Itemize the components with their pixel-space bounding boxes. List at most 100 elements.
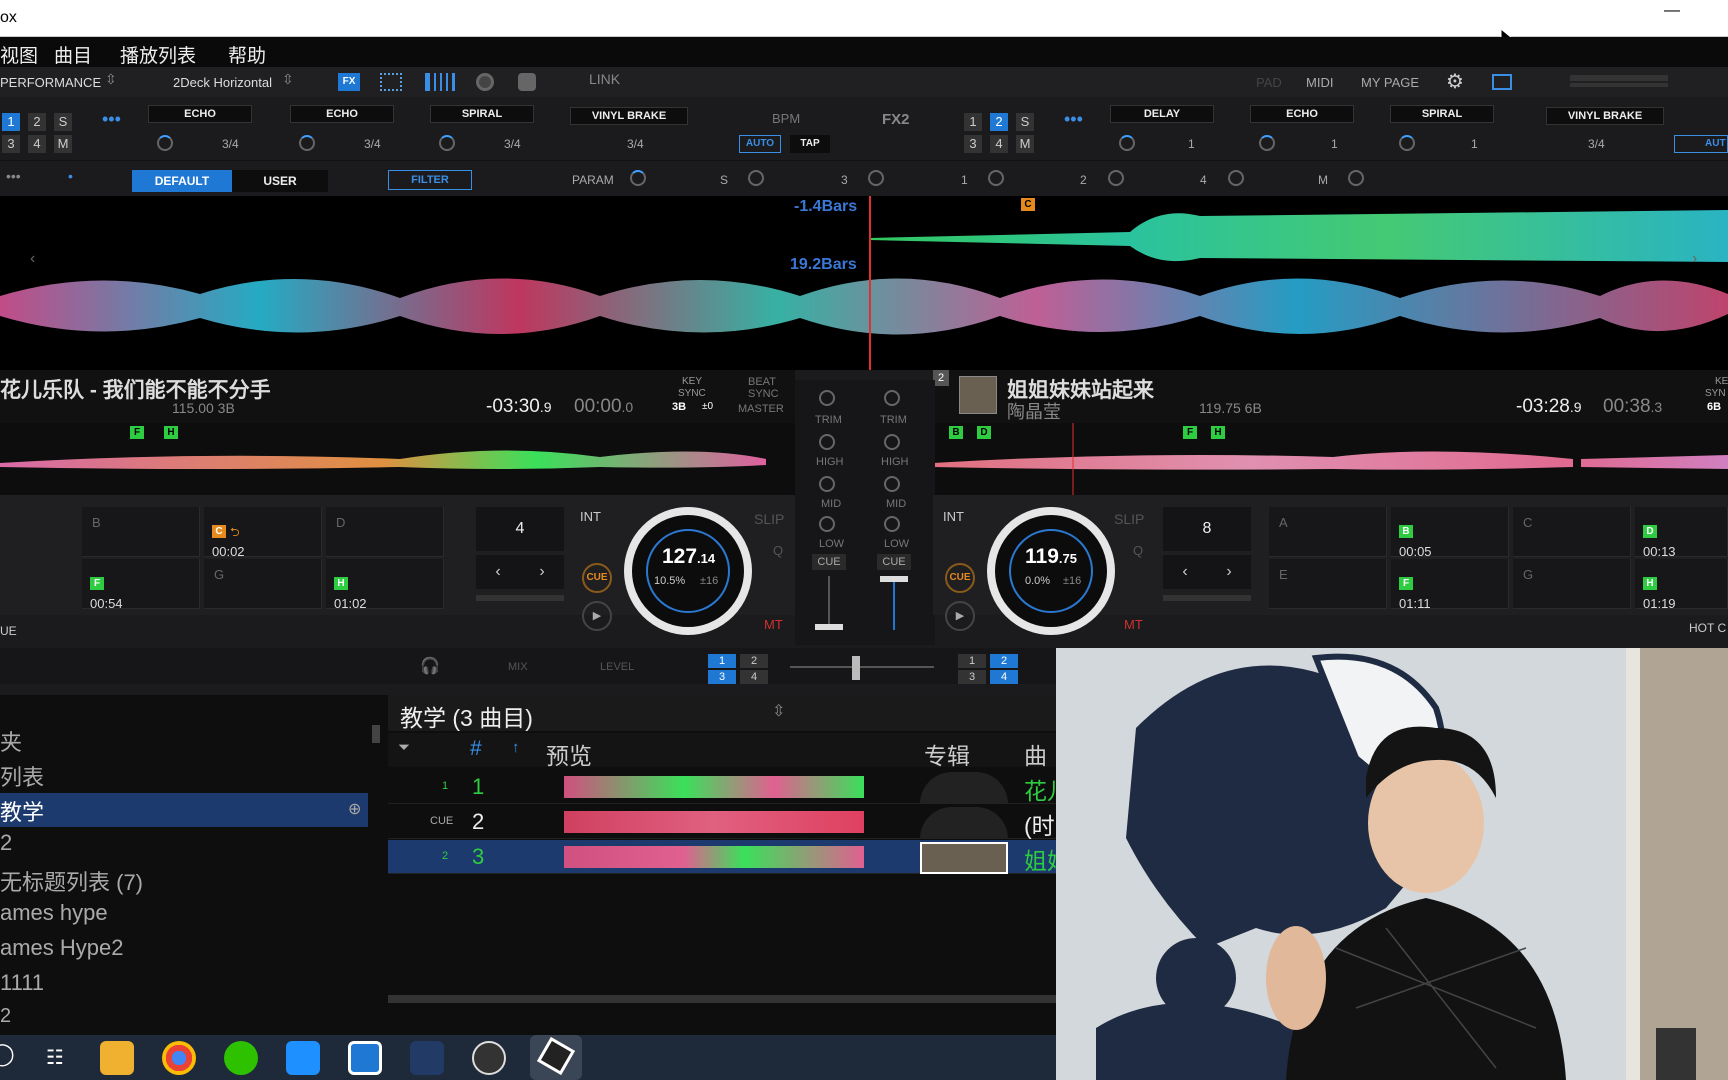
deck2-loop-length[interactable]: 8	[1163, 507, 1251, 551]
deck2-hotcue-d[interactable]: D 00:13	[1635, 507, 1728, 559]
table-row[interactable]: 2 3 姐妹	[388, 840, 1070, 874]
sidebar-item-1111[interactable]: 1111	[0, 970, 368, 1004]
fx1-deck-s[interactable]: S	[54, 113, 72, 131]
app-bird-icon[interactable]	[286, 1041, 320, 1075]
deck1-hotcue-h[interactable]: H 01:02	[326, 559, 444, 611]
fx1-deck-m[interactable]: M	[54, 135, 72, 153]
xfader-left-1[interactable]: 1	[708, 654, 736, 668]
xfader-left-3[interactable]: 3	[708, 670, 736, 684]
ch2-mid-knob[interactable]	[884, 476, 900, 492]
task-view-icon[interactable]: ☷	[38, 1041, 72, 1075]
deck1-key-sync-label[interactable]: SYNC	[678, 388, 706, 399]
deck2-loop-prev[interactable]: ‹	[1163, 555, 1207, 589]
deck1-hotcue-g[interactable]: G	[204, 559, 322, 609]
fx2-deck-2[interactable]: 2	[990, 113, 1008, 131]
app-blue-icon[interactable]	[348, 1041, 382, 1075]
chevron-left-icon[interactable]: ‹	[30, 250, 35, 268]
fx1-deck-3[interactable]: 3	[2, 135, 20, 153]
menu-help[interactable]: 帮助	[228, 41, 266, 68]
deck1-master-button[interactable]: MASTER	[738, 403, 784, 415]
active-app-tab[interactable]	[530, 1035, 582, 1080]
filter-icon[interactable]: ⏷	[398, 739, 410, 756]
grid-icon[interactable]	[380, 73, 402, 91]
fx2-slot2-knob[interactable]	[1259, 135, 1275, 151]
param-2-knob[interactable]	[1108, 170, 1124, 186]
ch1-trim-knob[interactable]	[819, 390, 835, 406]
xfader-right-1[interactable]: 1	[958, 654, 986, 668]
deck1-play-button[interactable]: ▶	[582, 601, 612, 631]
xfader-right-3[interactable]: 3	[958, 670, 986, 684]
user-tab[interactable]: USER	[232, 170, 328, 192]
ch2-cue-button[interactable]: CUE	[877, 554, 911, 570]
xfader-right-2[interactable]: 2	[990, 654, 1018, 668]
table-row[interactable]: 1 1 花儿	[388, 770, 1070, 804]
sort-up-icon[interactable]: ↑	[512, 739, 520, 756]
deck1-cue-button[interactable]: CUE	[582, 563, 612, 593]
ch1-fader[interactable]	[815, 624, 843, 630]
search-icon[interactable]: ◯	[0, 1041, 24, 1075]
layout-select[interactable]: 2Deck Horizontal	[173, 75, 272, 90]
sidebar-scrollbar[interactable]	[372, 725, 380, 743]
fx2-deck-1[interactable]: 1	[964, 113, 982, 131]
fx1-slot1-select[interactable]: ECHO	[148, 105, 252, 123]
fx1-slot1-knob[interactable]	[157, 135, 173, 151]
deck1-beat-sync[interactable]: SYNC	[748, 388, 779, 400]
mypage-button[interactable]: MY PAGE	[1361, 75, 1419, 90]
deck1-hotcue-f[interactable]: F 00:54	[82, 559, 200, 611]
record-icon[interactable]	[476, 73, 494, 91]
fx2-vinyl-brake-select[interactable]: VINYL BRAKE	[1546, 107, 1664, 125]
deck1-slip-button[interactable]: SLIP	[754, 511, 784, 527]
deck1-hotcue-mode[interactable]: UE	[0, 624, 17, 638]
mixer-icon[interactable]	[425, 73, 455, 91]
param-s-knob[interactable]	[748, 170, 764, 186]
sidebar-item-cut[interactable]: 2	[0, 1005, 368, 1023]
fx1-slot3-knob[interactable]	[439, 135, 455, 151]
deck1-hotcue-d[interactable]: D	[326, 507, 444, 557]
deck2-overview-waveform[interactable]: B D F H	[933, 423, 1728, 495]
deck2-hotcue-h[interactable]: H 01:19	[1635, 559, 1728, 611]
ch2-high-knob[interactable]	[884, 434, 900, 450]
fx2-slot1-select[interactable]: DELAY	[1110, 105, 1214, 123]
more-dots-icon[interactable]: •••	[6, 168, 21, 184]
headphone-icon[interactable]: 🎧	[420, 656, 440, 676]
deck1-loop-length[interactable]: 4	[476, 507, 564, 551]
deck2-hotcue-a[interactable]: A	[1269, 507, 1387, 557]
minimize-button[interactable]: —	[1664, 2, 1680, 20]
sampler-icon[interactable]	[518, 73, 536, 91]
deck2-hotcue-e[interactable]: E	[1269, 559, 1387, 609]
xfader-left-2[interactable]: 2	[740, 654, 768, 668]
deck1-hotcue-c[interactable]: C ⮌ 00:02	[204, 507, 322, 559]
chevron-right-icon[interactable]: ›	[1692, 250, 1697, 268]
pad-button[interactable]: PAD	[1256, 75, 1282, 90]
sidebar-item-playlists[interactable]: 列表	[0, 760, 368, 794]
deck1-jog-wheel[interactable]: 127.14 10.5% ±16	[624, 507, 752, 635]
deck2-key-sync-label[interactable]: SYN	[1705, 388, 1726, 399]
deck1-master-tempo[interactable]: MT	[764, 617, 783, 632]
fx2-slot1-knob[interactable]	[1119, 135, 1135, 151]
ch2-fader[interactable]	[880, 576, 908, 582]
param-1-knob[interactable]	[988, 170, 1004, 186]
fx1-slot2-knob[interactable]	[299, 135, 315, 151]
col-number[interactable]: #	[470, 737, 482, 761]
gear-icon[interactable]: ⚙	[1446, 69, 1464, 94]
param-4-knob[interactable]	[1228, 170, 1244, 186]
sidebar-item-untitled[interactable]: 无标题列表 (7)	[0, 865, 368, 899]
ch1-high-knob[interactable]	[819, 434, 835, 450]
table-row[interactable]: CUE 2 (时	[388, 805, 1056, 839]
sidebar-item-folder[interactable]: 夹	[0, 725, 368, 759]
more-dots-icon[interactable]: •••	[102, 109, 121, 130]
deck2-jog-wheel[interactable]: 119.75 0.0% ±16	[987, 507, 1115, 635]
ch2-trim-knob[interactable]	[884, 390, 900, 406]
param-m-knob[interactable]	[1348, 170, 1364, 186]
sidebar-item-teaching[interactable]: 教学 ⊕	[0, 793, 368, 827]
deck1-quantize-button[interactable]: Q	[773, 543, 783, 558]
deck2-int-select[interactable]: INT	[943, 509, 964, 524]
xfader-left-4[interactable]: 4	[740, 670, 768, 684]
deck2-hotcue-g[interactable]: G	[1513, 559, 1631, 609]
fx2-deck-4[interactable]: 4	[990, 135, 1008, 153]
file-explorer-icon[interactable]	[100, 1041, 134, 1075]
chevron-updown-icon[interactable]: ⇳	[772, 701, 785, 721]
xfader-right-4[interactable]: 4	[990, 670, 1018, 684]
bpm-tap-button[interactable]: TAP	[790, 135, 830, 153]
deck2-hotcue-mode[interactable]: HOT C	[1689, 621, 1726, 635]
